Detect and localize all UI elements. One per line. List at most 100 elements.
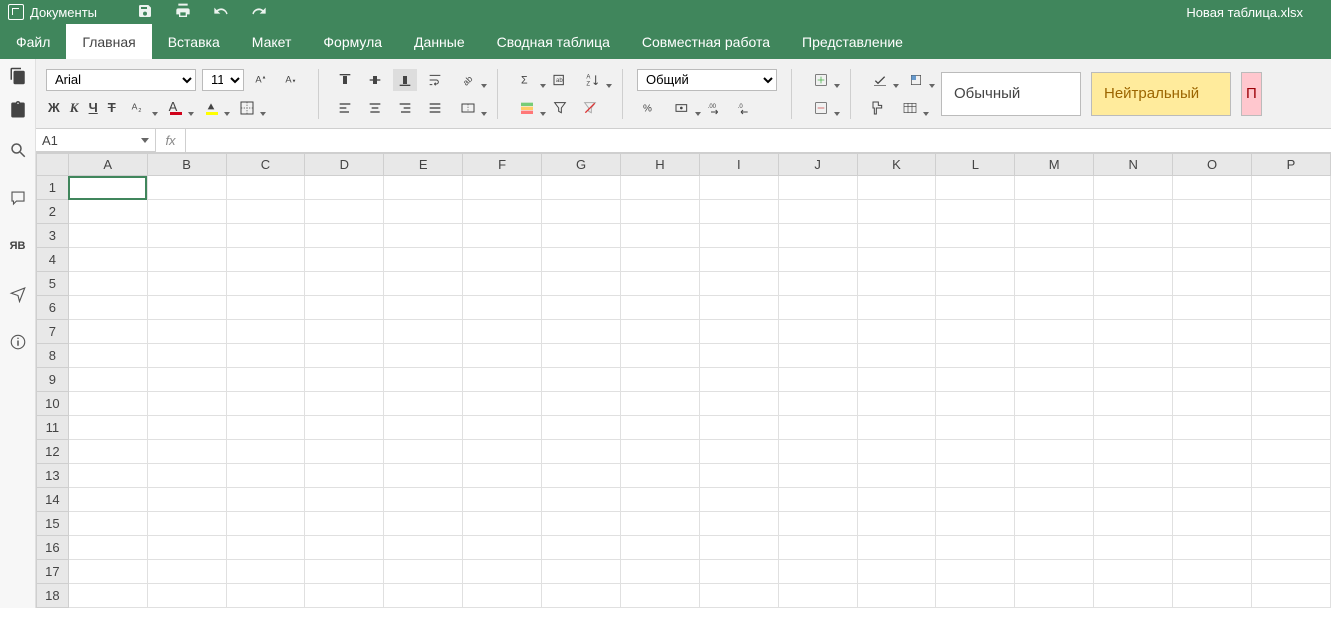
currency-icon[interactable] xyxy=(667,97,697,119)
tab-pivot[interactable]: Сводная таблица xyxy=(481,24,626,59)
cell[interactable] xyxy=(778,224,857,248)
clear-icon[interactable] xyxy=(865,69,895,91)
cell[interactable] xyxy=(1015,320,1094,344)
cell[interactable] xyxy=(1173,536,1252,560)
cell[interactable] xyxy=(226,488,305,512)
cell[interactable] xyxy=(1173,488,1252,512)
tab-data[interactable]: Данные xyxy=(398,24,481,59)
cell[interactable] xyxy=(305,416,384,440)
column-header[interactable]: D xyxy=(305,154,384,176)
row-header[interactable]: 16 xyxy=(37,536,69,560)
cell[interactable] xyxy=(226,296,305,320)
column-header[interactable]: L xyxy=(936,154,1015,176)
row-header[interactable]: 11 xyxy=(37,416,69,440)
cell[interactable] xyxy=(1173,584,1252,608)
cell[interactable] xyxy=(463,296,542,320)
cell[interactable] xyxy=(1015,200,1094,224)
comments-icon[interactable] xyxy=(6,187,30,209)
cell[interactable] xyxy=(226,584,305,608)
cell[interactable] xyxy=(68,224,147,248)
cell[interactable] xyxy=(226,560,305,584)
cell[interactable] xyxy=(1173,296,1252,320)
cell[interactable] xyxy=(147,440,226,464)
cell[interactable] xyxy=(384,344,463,368)
cell[interactable] xyxy=(147,584,226,608)
row-header[interactable]: 14 xyxy=(37,488,69,512)
cell[interactable] xyxy=(620,584,699,608)
percent-icon[interactable]: % xyxy=(637,97,661,119)
conditional-format-icon[interactable] xyxy=(512,97,542,119)
cell[interactable] xyxy=(542,416,621,440)
cell[interactable] xyxy=(857,584,936,608)
cell[interactable] xyxy=(305,248,384,272)
cell[interactable] xyxy=(778,584,857,608)
cell[interactable] xyxy=(147,488,226,512)
cell[interactable] xyxy=(620,272,699,296)
spellcheck-icon[interactable]: ЯВ xyxy=(6,235,30,257)
cell[interactable] xyxy=(778,200,857,224)
cell[interactable] xyxy=(542,176,621,200)
cell[interactable] xyxy=(463,512,542,536)
cell[interactable] xyxy=(620,440,699,464)
cell[interactable] xyxy=(1251,296,1330,320)
cell[interactable] xyxy=(778,344,857,368)
tab-layout[interactable]: Макет xyxy=(236,24,308,59)
cell[interactable] xyxy=(1173,416,1252,440)
cell[interactable] xyxy=(384,416,463,440)
cell[interactable] xyxy=(1015,248,1094,272)
cell[interactable] xyxy=(305,176,384,200)
cell[interactable] xyxy=(778,512,857,536)
save-icon[interactable] xyxy=(137,3,153,22)
cell[interactable] xyxy=(463,584,542,608)
cell[interactable] xyxy=(147,416,226,440)
align-right-icon[interactable] xyxy=(393,97,417,119)
cell[interactable] xyxy=(226,536,305,560)
cell[interactable] xyxy=(542,440,621,464)
cell[interactable] xyxy=(384,560,463,584)
cell[interactable] xyxy=(463,248,542,272)
cell[interactable] xyxy=(1251,560,1330,584)
cell[interactable] xyxy=(226,248,305,272)
cell[interactable] xyxy=(463,416,542,440)
cell[interactable] xyxy=(620,488,699,512)
row-header[interactable]: 17 xyxy=(37,560,69,584)
italic-button[interactable]: К xyxy=(68,100,81,116)
cell[interactable] xyxy=(936,560,1015,584)
cell[interactable] xyxy=(936,344,1015,368)
increase-decimal-icon[interactable]: .0 xyxy=(733,97,757,119)
cell[interactable] xyxy=(305,584,384,608)
cell[interactable] xyxy=(226,272,305,296)
cell[interactable] xyxy=(1251,392,1330,416)
cell[interactable] xyxy=(778,248,857,272)
cell[interactable] xyxy=(68,464,147,488)
column-header[interactable]: M xyxy=(1015,154,1094,176)
cell[interactable] xyxy=(147,368,226,392)
feedback-icon[interactable] xyxy=(6,283,30,305)
cell[interactable] xyxy=(1251,320,1330,344)
print-icon[interactable] xyxy=(175,3,191,22)
cell[interactable] xyxy=(68,536,147,560)
cell[interactable] xyxy=(857,440,936,464)
cell[interactable] xyxy=(1251,368,1330,392)
cell[interactable] xyxy=(1251,512,1330,536)
cell[interactable] xyxy=(1015,272,1094,296)
cell[interactable] xyxy=(1094,440,1173,464)
cell[interactable] xyxy=(778,560,857,584)
cell[interactable] xyxy=(857,296,936,320)
cell[interactable] xyxy=(1094,416,1173,440)
cell-style-bad[interactable]: П xyxy=(1241,72,1262,116)
cell[interactable] xyxy=(542,560,621,584)
tab-insert[interactable]: Вставка xyxy=(152,24,236,59)
align-top-icon[interactable] xyxy=(333,69,357,91)
cell[interactable] xyxy=(936,584,1015,608)
row-header[interactable]: 10 xyxy=(37,392,69,416)
cell[interactable] xyxy=(1094,344,1173,368)
autosum-icon[interactable]: Σ xyxy=(512,69,542,91)
cell[interactable] xyxy=(936,320,1015,344)
cell[interactable] xyxy=(226,344,305,368)
cell[interactable] xyxy=(936,248,1015,272)
increase-font-icon[interactable]: A▴ xyxy=(250,69,274,91)
font-name-select[interactable]: Arial xyxy=(46,69,196,91)
cell[interactable] xyxy=(620,176,699,200)
cell[interactable] xyxy=(936,176,1015,200)
